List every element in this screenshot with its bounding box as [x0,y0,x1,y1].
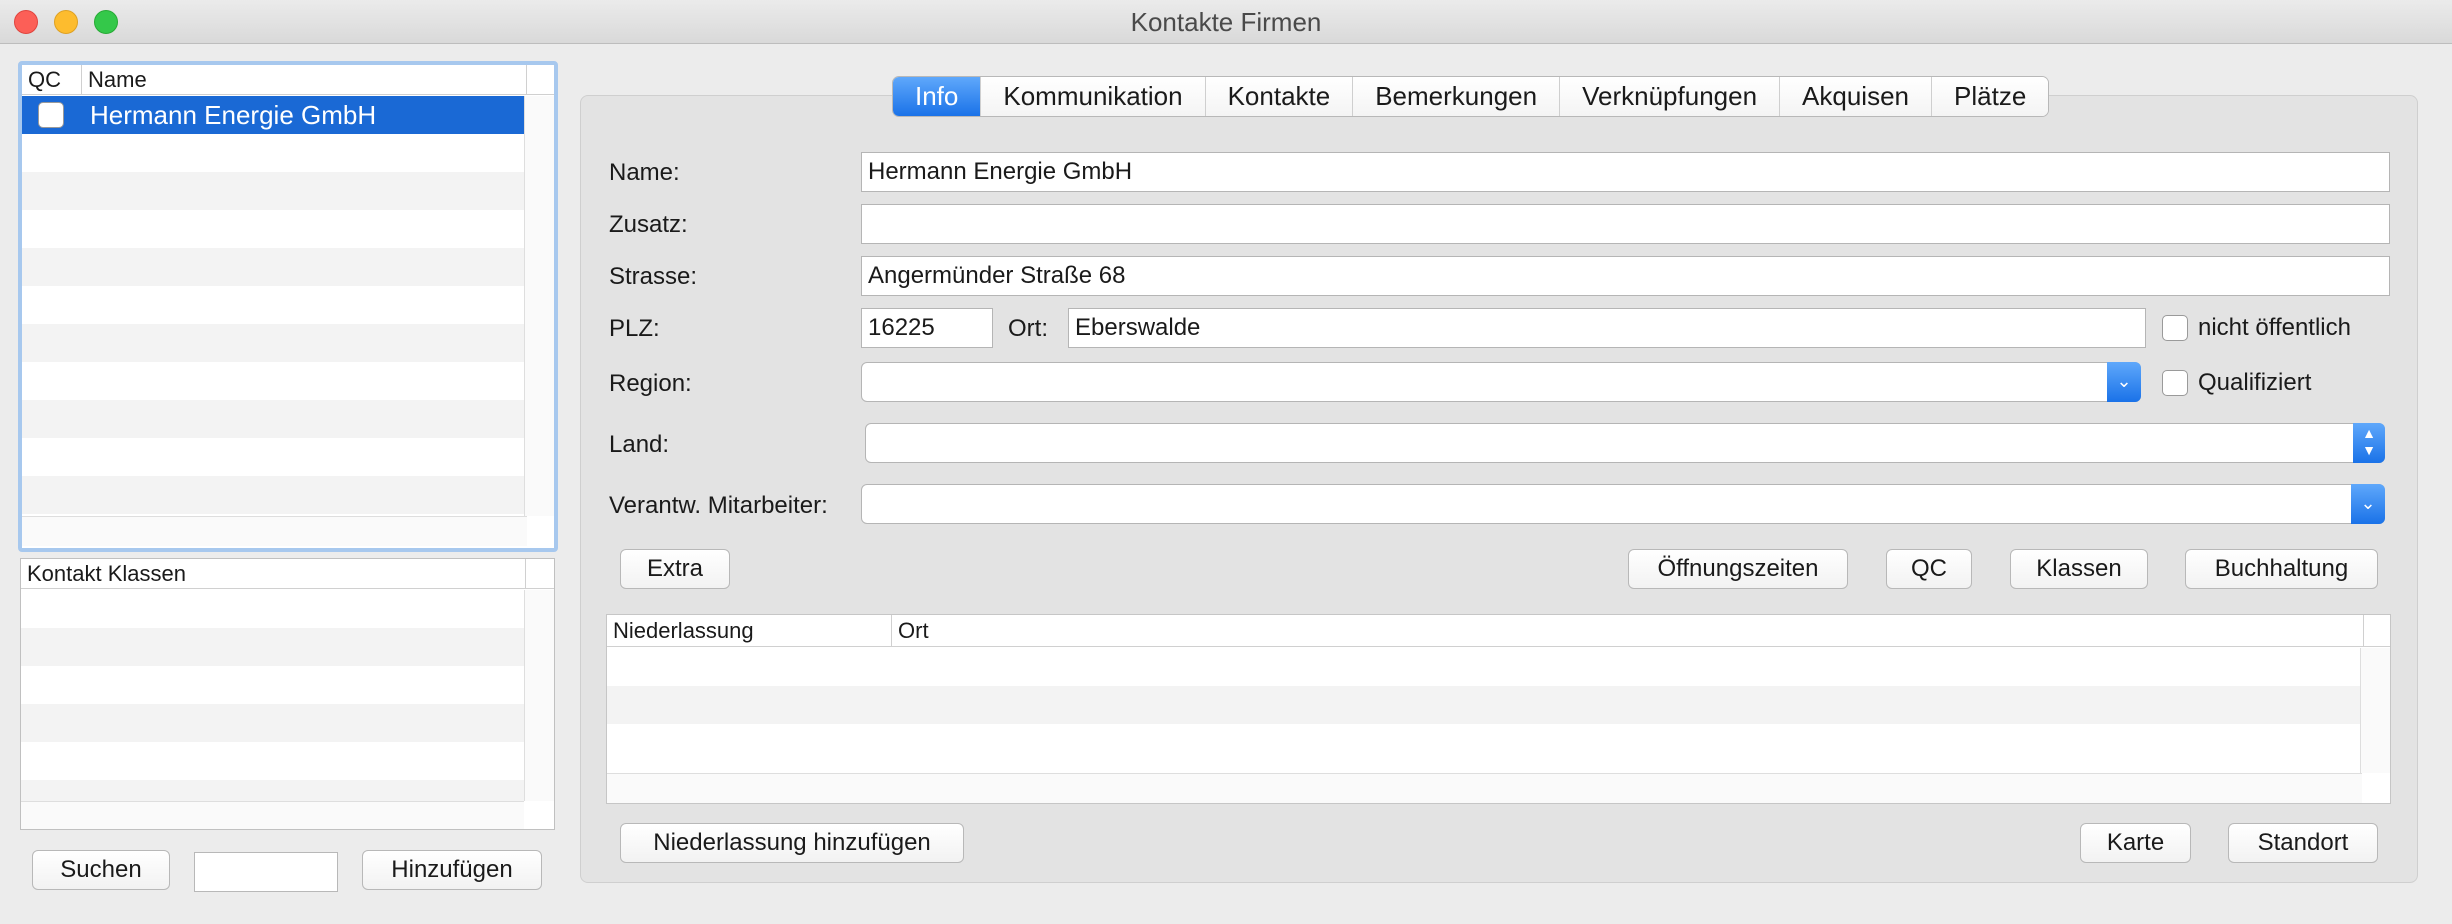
table-row[interactable] [607,724,2362,762]
qualifiziert-checkbox[interactable] [2162,370,2188,396]
name-label: Name: [609,159,680,186]
table-row[interactable] [22,362,527,400]
contact-classes-header: Kontakt Klassen [21,559,554,589]
table-row[interactable] [22,324,527,362]
company-list-horizontal-scrollbar[interactable] [22,516,527,546]
up-down-arrows-icon[interactable]: ▲ ▼ [2353,423,2385,463]
column-header-niederlassung[interactable]: Niederlassung [607,615,892,647]
map-button[interactable]: Karte [2080,823,2191,863]
mitarbeiter-label: Verantw. Mitarbeiter: [609,492,828,519]
table-row[interactable] [607,686,2362,724]
search-input[interactable] [194,852,338,892]
window-title: Kontakte Firmen [1130,7,1322,37]
mitarbeiter-select[interactable]: ⌄ [861,484,2385,524]
table-row-selected[interactable]: Hermann Energie GmbH [22,96,527,134]
table-row[interactable] [22,172,527,210]
list-item[interactable] [21,742,524,780]
company-list-vertical-scrollbar[interactable] [524,96,554,516]
contact-classes-vertical-scrollbar[interactable] [524,590,554,801]
table-row[interactable] [22,476,527,514]
add-company-button[interactable]: Hinzufügen [362,850,542,890]
list-item[interactable] [21,704,524,742]
list-item[interactable] [21,666,524,704]
name-field[interactable]: Hermann Energie GmbH [861,152,2390,192]
strasse-label: Strasse: [609,263,698,290]
tab-kontakte[interactable]: Kontakte [1205,77,1354,116]
qualifiziert-label: Qualifiziert [2198,369,2312,396]
qc-button[interactable]: QC [1886,549,1972,589]
window: Kontakte Firmen QC Name Hermann Energie … [0,0,2452,924]
qc-checkbox[interactable] [38,102,64,128]
column-header-kontakt-klassen[interactable]: Kontakt Klassen [21,559,526,589]
klassen-button[interactable]: Klassen [2010,549,2148,589]
tab-info[interactable]: Info [893,77,982,116]
branch-table-vertical-scrollbar[interactable] [2360,648,2390,773]
plz-label: PLZ: [609,315,660,342]
region-label: Region: [609,370,692,397]
table-row[interactable] [22,438,527,476]
nicht-oeffentlich-checkbox[interactable] [2162,315,2188,341]
table-row[interactable] [22,400,527,438]
strasse-field[interactable]: Angermünder Straße 68 [861,256,2390,296]
contact-classes-horizontal-scrollbar[interactable] [21,801,524,829]
tab-akquisen[interactable]: Akquisen [1780,77,1933,116]
plz-field[interactable]: 16225 [861,308,993,348]
branch-table[interactable]: Niederlassung Ort [606,614,2391,804]
tab-verknuepfungen[interactable]: Verknüpfungen [1560,77,1781,116]
search-button[interactable]: Suchen [32,850,170,890]
land-label: Land: [609,431,670,458]
tab-kommunikation[interactable]: Kommunikation [981,77,1206,116]
branch-table-rows [607,648,2362,762]
list-item[interactable] [21,628,524,666]
chevron-down-icon[interactable]: ⌄ [2351,484,2385,524]
land-select[interactable]: ▲ ▼ [865,423,2385,463]
oeffnungszeiten-button[interactable]: Öffnungszeiten [1628,549,1848,589]
ort-field[interactable]: Eberswalde [1068,308,2146,348]
title-bar: Kontakte Firmen [0,0,2452,44]
table-row[interactable] [607,648,2362,686]
zusatz-field[interactable] [861,204,2390,244]
table-row[interactable] [22,134,527,172]
tab-plaetze[interactable]: Plätze [1932,77,2049,116]
tab-bar: Info Kommunikation Kontakte Bemerkungen … [892,76,2050,117]
location-button[interactable]: Standort [2228,823,2378,863]
list-item[interactable] [21,590,524,628]
chevron-down-icon[interactable]: ⌄ [2107,362,2141,402]
column-header-ort[interactable]: Ort [892,615,2364,647]
column-header-name[interactable]: Name [82,65,527,95]
table-row[interactable] [22,248,527,286]
tab-bemerkungen[interactable]: Bemerkungen [1353,77,1561,116]
company-name-cell: Hermann Energie GmbH [90,100,377,130]
zusatz-label: Zusatz: [609,211,688,238]
nicht-oeffentlich-label: nicht öffentlich [2198,314,2351,341]
table-row[interactable] [22,286,527,324]
branch-table-horizontal-scrollbar[interactable] [607,773,2362,803]
contact-classes-rows [21,590,524,818]
company-list-rows: Hermann Energie GmbH [22,96,527,514]
company-list-header: QC Name [22,65,554,95]
branch-table-header: Niederlassung Ort [607,615,2390,647]
company-list[interactable]: QC Name Hermann Energie GmbH [18,61,558,552]
table-row[interactable] [22,210,527,248]
extra-button[interactable]: Extra [620,549,730,589]
add-branch-button[interactable]: Niederlassung hinzufügen [620,823,964,863]
ort-label: Ort: [1008,315,1048,342]
buchhaltung-button[interactable]: Buchhaltung [2185,549,2378,589]
column-header-qc[interactable]: QC [22,65,82,95]
region-select[interactable]: ⌄ [861,362,2141,402]
contact-classes-list[interactable]: Kontakt Klassen [20,558,555,830]
